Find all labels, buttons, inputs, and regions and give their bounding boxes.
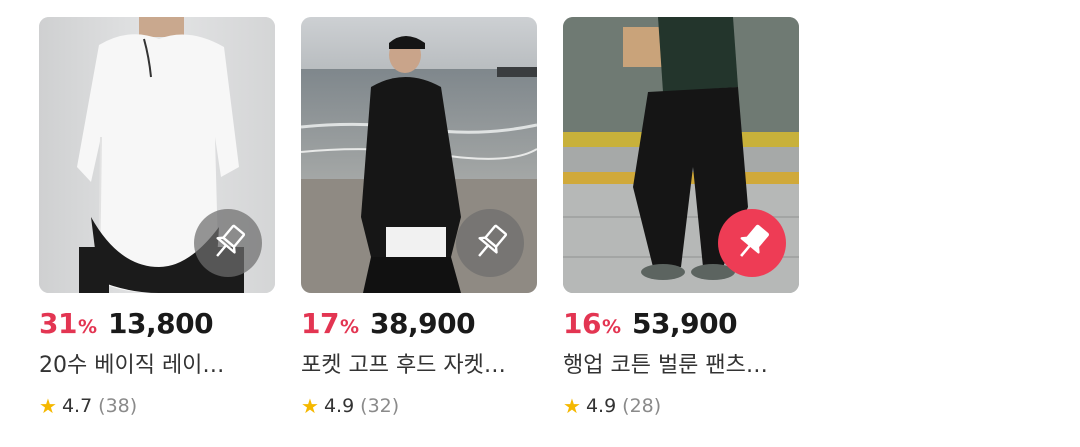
product-grid: 31 % 13,800 20수 베이직 레이… ★ 4.7 (38) 17 % … (39, 17, 799, 419)
discount-rate: 17 (301, 307, 339, 340)
sale-price: 38,900 (370, 307, 476, 340)
discount-rate: 16 (563, 307, 601, 340)
pushpin-icon (478, 224, 508, 257)
rating-row: ★ 4.9 (32) (301, 393, 537, 419)
review-count: (28) (622, 395, 662, 417)
product-card[interactable]: 16 % 53,900 행업 코튼 벌룬 팬츠… ★ 4.9 (28) (563, 17, 799, 419)
price-row: 17 % 38,900 (301, 307, 537, 343)
product-image[interactable] (39, 17, 275, 293)
product-image[interactable] (301, 17, 537, 293)
rating-score: 4.9 (585, 395, 617, 417)
price-row: 31 % 13,800 (39, 307, 275, 343)
product-name[interactable]: 포켓 고프 후드 자켓… (301, 351, 537, 381)
sale-price: 13,800 (108, 307, 214, 340)
percent-sign: % (77, 316, 98, 338)
product-name[interactable]: 20수 베이직 레이… (39, 351, 275, 381)
product-image[interactable] (563, 17, 799, 293)
product-card[interactable]: 31 % 13,800 20수 베이직 레이… ★ 4.7 (38) (39, 17, 275, 419)
pushpin-icon (740, 224, 769, 257)
review-count: (32) (360, 395, 400, 417)
discount-rate: 31 (39, 307, 77, 340)
pushpin-icon (216, 224, 246, 257)
pin-button[interactable] (194, 209, 262, 277)
rating-score: 4.9 (323, 395, 355, 417)
star-icon: ★ (301, 394, 319, 418)
price-row: 16 % 53,900 (563, 307, 799, 343)
percent-sign: % (601, 316, 622, 338)
product-name[interactable]: 행업 코튼 벌룬 팬츠… (563, 351, 799, 381)
rating-row: ★ 4.9 (28) (563, 393, 799, 419)
percent-sign: % (339, 316, 360, 338)
rating-score: 4.7 (61, 395, 93, 417)
pin-button[interactable] (456, 209, 524, 277)
star-icon: ★ (39, 394, 57, 418)
sale-price: 53,900 (632, 307, 738, 340)
star-icon: ★ (563, 394, 581, 418)
product-card[interactable]: 17 % 38,900 포켓 고프 후드 자켓… ★ 4.9 (32) (301, 17, 537, 419)
pin-button[interactable] (718, 209, 786, 277)
rating-row: ★ 4.7 (38) (39, 393, 275, 419)
review-count: (38) (98, 395, 138, 417)
